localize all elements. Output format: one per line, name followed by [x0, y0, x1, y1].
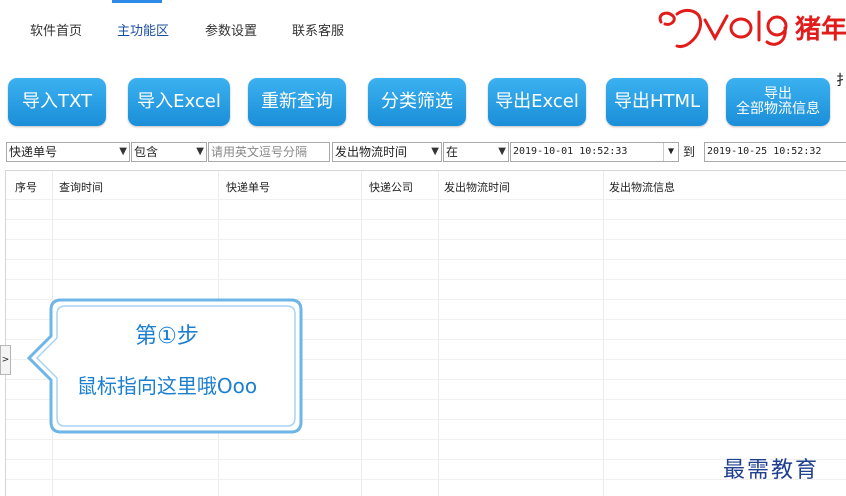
tab-main-function[interactable]: 主功能区: [117, 20, 169, 39]
import-txt-button[interactable]: 导入TXT: [8, 78, 106, 126]
export-html-button[interactable]: 导出HTML: [606, 78, 708, 126]
col-header-courier[interactable]: 快递公司: [369, 179, 413, 195]
export-all-line2: 全部物流信息: [736, 101, 820, 117]
logo-swirl-icon: [658, 11, 676, 26]
chevron-down-icon: ▼: [196, 146, 204, 157]
filter-operator-select[interactable]: 包含 ▼: [131, 142, 207, 162]
top-nav: 软件首页 主功能区 参数设置 联系客服 猪年: [0, 0, 846, 60]
col-header-index[interactable]: 序号: [15, 179, 37, 195]
row-divider: [6, 459, 846, 460]
tab-support[interactable]: 联系客服: [292, 20, 344, 39]
category-filter-button[interactable]: 分类筛选: [368, 78, 466, 126]
import-excel-button[interactable]: 导入Excel: [128, 78, 230, 126]
col-header-tracking-number[interactable]: 快递单号: [226, 179, 270, 195]
time-operator-select[interactable]: 在 ▼: [443, 142, 509, 162]
row-divider: [6, 479, 846, 480]
col-header-send-info[interactable]: 发出物流信息: [609, 179, 675, 195]
filter-keyword-input[interactable]: 请用英文逗号分隔: [208, 142, 330, 162]
tab-home[interactable]: 软件首页: [30, 20, 82, 39]
filter-field-value: 快递单号: [9, 145, 58, 159]
export-all-line1: 导出: [764, 86, 792, 103]
side-panel-toggle[interactable]: >: [0, 345, 11, 375]
time-field-value: 发出物流时间: [335, 145, 408, 159]
time-field-select[interactable]: 发出物流时间 ▼: [332, 142, 442, 162]
tab-settings[interactable]: 参数设置: [205, 20, 257, 39]
row-divider: [6, 239, 846, 240]
row-divider: [6, 259, 846, 260]
callout-bubble: [26, 298, 303, 434]
chevron-down-icon: ▼: [431, 146, 439, 157]
calendar-dropdown-icon: ▼: [663, 143, 678, 161]
brand-logo: 猪年: [658, 8, 846, 48]
chevron-down-icon: ▼: [498, 146, 506, 157]
date-to-picker[interactable]: 2019-10-25 10:52:32: [704, 142, 846, 162]
logo-text: 猪年: [795, 14, 846, 45]
col-header-send-time[interactable]: 发出物流时间: [444, 179, 510, 195]
export-all-logistics-button[interactable]: 导出 全部物流信息: [726, 78, 830, 126]
active-tab-indicator: [112, 0, 162, 3]
requery-button[interactable]: 重新查询: [248, 78, 346, 126]
row-divider: [6, 279, 846, 280]
toolbar-overflow-char: 扌: [836, 73, 846, 89]
row-divider: [6, 219, 846, 220]
watermark-text: 最需教育: [723, 458, 820, 483]
filter-operator-value: 包含: [134, 145, 159, 159]
filter-field-select[interactable]: 快递单号 ▼: [6, 142, 130, 162]
filter-bar: 快递单号 ▼ 包含 ▼ 请用英文逗号分隔 发出物流时间 ▼ 在 ▼ 2019-1…: [0, 142, 846, 162]
col-header-query-time[interactable]: 查询时间: [59, 179, 103, 195]
date-to-value: 2019-10-25 10:52:32: [707, 146, 822, 157]
export-excel-button[interactable]: 导出Excel: [488, 78, 586, 126]
callout-hint-text: 鼠标指向这里哦Ooo: [76, 374, 258, 398]
date-range-to-label: 到: [683, 145, 696, 159]
row-divider: [6, 199, 846, 200]
date-from-picker[interactable]: 2019-10-01 10:52:33 ▼: [510, 142, 679, 162]
date-from-value: 2019-10-01 10:52:33: [513, 146, 628, 157]
callout-step-text: 第①步: [135, 324, 199, 349]
chevron-down-icon: ▼: [119, 146, 127, 157]
time-operator-value: 在: [446, 145, 459, 159]
row-divider: [6, 439, 846, 440]
table-header: 序号 查询时间 快递单号 快递公司 发出物流时间 发出物流信息: [6, 171, 846, 199]
